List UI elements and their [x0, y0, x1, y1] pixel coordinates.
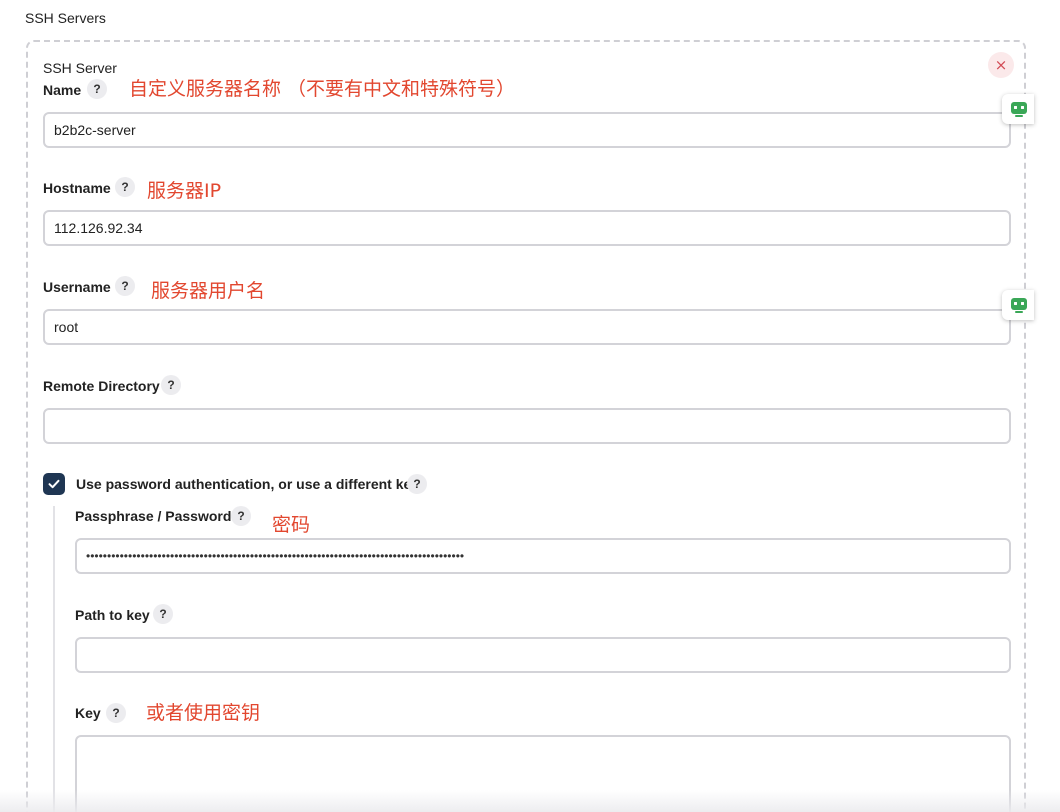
key-help-icon[interactable]: ?	[106, 703, 126, 723]
hostname-annotation: 服务器IP	[147, 180, 222, 202]
path-to-key-label: Path to key	[75, 607, 150, 623]
ssh-servers-form: SSH Servers SSH Server × Name ? 自定义服务器名称…	[0, 0, 1060, 812]
key-annotation: 或者使用密钥	[146, 702, 261, 724]
name-input[interactable]: b2b2c-server	[43, 112, 1011, 148]
section-title: SSH Servers	[25, 10, 106, 26]
side-widget-button[interactable]	[1002, 290, 1034, 320]
hostname-label: Hostname	[43, 180, 111, 196]
use-password-checkbox[interactable]	[43, 473, 65, 495]
passphrase-help-icon[interactable]: ?	[231, 506, 251, 526]
name-label: Name	[43, 82, 82, 98]
passphrase-annotation: 密码	[272, 514, 311, 536]
remote-directory-help-icon[interactable]: ?	[161, 375, 181, 395]
use-password-label[interactable]: Use password authentication, or use a di…	[76, 476, 419, 492]
checkmark-icon	[48, 479, 60, 489]
path-to-key-input[interactable]	[75, 637, 1011, 673]
hostname-input[interactable]: 112.126.92.34	[43, 210, 1011, 246]
nested-section-bar	[53, 506, 55, 812]
passphrase-label: Passphrase / Password	[75, 508, 232, 524]
ssh-server-title: SSH Server	[43, 60, 117, 76]
side-widget-button[interactable]	[1002, 94, 1034, 124]
username-input[interactable]: root	[43, 309, 1011, 345]
close-icon[interactable]: ×	[988, 52, 1014, 78]
path-to-key-help-icon[interactable]: ?	[153, 604, 173, 624]
name-help-icon[interactable]: ?	[87, 79, 107, 99]
use-password-help-icon[interactable]: ?	[407, 474, 427, 494]
bottom-fade	[0, 790, 1060, 812]
passphrase-input[interactable]: ••••••••••••••••••••••••••••••••••••••••…	[75, 538, 1011, 574]
robot-face-icon	[1011, 102, 1027, 117]
remote-directory-input[interactable]	[43, 408, 1011, 444]
hostname-help-icon[interactable]: ?	[115, 177, 135, 197]
username-annotation: 服务器用户名	[151, 280, 266, 302]
username-help-icon[interactable]: ?	[115, 276, 135, 296]
remote-directory-label: Remote Directory	[43, 378, 160, 394]
key-label: Key	[75, 705, 101, 721]
username-label: Username	[43, 279, 111, 295]
name-annotation: 自定义服务器名称 （不要有中文和特殊符号）	[129, 78, 516, 100]
robot-face-icon	[1011, 298, 1027, 313]
